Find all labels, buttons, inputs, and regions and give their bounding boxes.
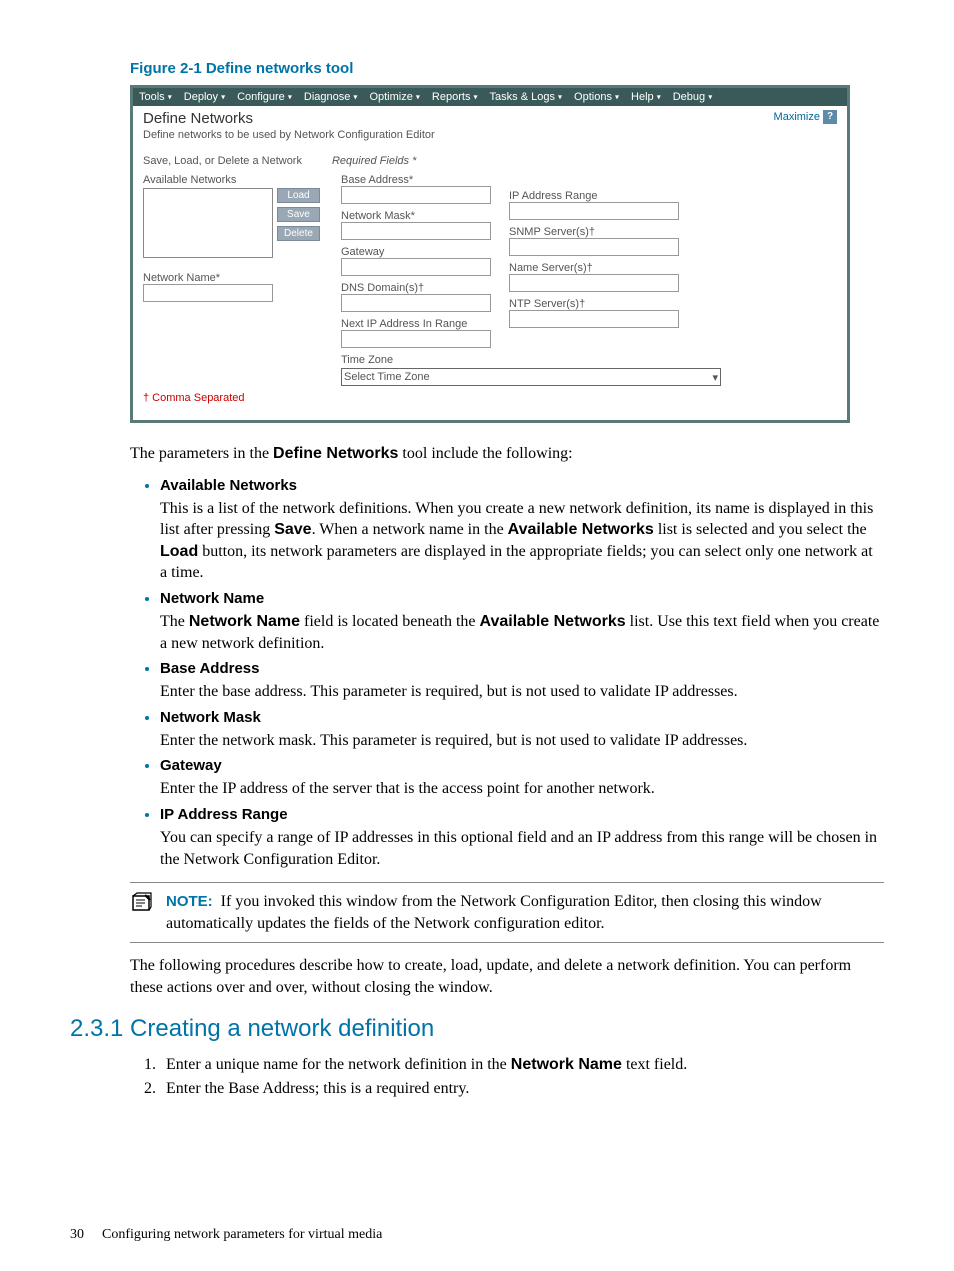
ip-range-field[interactable] xyxy=(509,202,679,220)
menu-configure[interactable]: Configure ▾ xyxy=(237,91,292,103)
param-head: Network Mask xyxy=(160,709,884,726)
dns-domain-field[interactable] xyxy=(341,294,491,312)
list-item: Network Mask Enter the network mask. This… xyxy=(160,709,884,752)
network-name-label: Network Name* xyxy=(143,272,323,284)
param-body: Enter the network mask. This parameter i… xyxy=(160,730,880,752)
define-networks-screenshot: Tools ▾ Deploy ▾ Configure ▾ Diagnose ▾ … xyxy=(130,85,850,423)
menu-deploy[interactable]: Deploy ▾ xyxy=(184,91,225,103)
note-text: If you invoked this window from the Netw… xyxy=(166,893,822,932)
list-item: Network Name The Network Name field is lo… xyxy=(160,590,884,654)
param-body: Enter the IP address of the server that … xyxy=(160,778,880,800)
network-mask-label: Network Mask* xyxy=(341,210,491,222)
list-item: IP Address Range You can specify a range … xyxy=(160,806,884,870)
param-body: The Network Name field is located beneat… xyxy=(160,611,880,654)
list-item: Gateway Enter the IP address of the serve… xyxy=(160,757,884,800)
comma-separated-footnote: † Comma Separated xyxy=(143,392,837,404)
save-load-label: Save, Load, or Delete a Network xyxy=(143,155,302,167)
param-head: Gateway xyxy=(160,757,884,774)
snmp-field[interactable] xyxy=(509,238,679,256)
time-zone-select[interactable]: Select Time Zone ▾ xyxy=(341,368,721,386)
required-fields-label: Required Fields * xyxy=(332,155,416,167)
steps-list: Enter a unique name for the network defi… xyxy=(130,1053,884,1101)
menu-reports[interactable]: Reports ▾ xyxy=(432,91,478,103)
note-box: NOTE: If you invoked this window from th… xyxy=(130,882,884,943)
note-icon xyxy=(130,891,154,934)
list-item: Available Networks This is a list of the … xyxy=(160,477,884,584)
menu-options[interactable]: Options ▾ xyxy=(574,91,619,103)
snmp-label: SNMP Server(s)† xyxy=(509,226,679,238)
network-mask-field[interactable] xyxy=(341,222,491,240)
menu-optimize[interactable]: Optimize ▾ xyxy=(369,91,419,103)
list-item: Enter the Base Address; this is a requir… xyxy=(160,1077,884,1101)
menu-tools[interactable]: Tools ▾ xyxy=(139,91,172,103)
parameter-list: Available Networks This is a list of the … xyxy=(130,477,884,871)
window-title: Define Networks xyxy=(143,110,253,127)
after-note-paragraph: The following procedures describe how to… xyxy=(130,955,884,998)
maximize-link[interactable]: Maximize ? xyxy=(774,110,837,124)
available-networks-label: Available Networks xyxy=(143,174,323,186)
list-item: Enter a unique name for the network defi… xyxy=(160,1053,884,1077)
param-head: Base Address xyxy=(160,660,884,677)
page-footer: 30 Configuring network parameters for vir… xyxy=(70,1227,382,1243)
menu-diagnose[interactable]: Diagnose ▾ xyxy=(304,91,358,103)
ntp-label: NTP Server(s)† xyxy=(509,298,679,310)
delete-button[interactable]: Delete xyxy=(277,226,320,241)
next-ip-field[interactable] xyxy=(341,330,491,348)
figure-caption: Figure 2-1 Define networks tool xyxy=(130,60,884,77)
help-icon[interactable]: ? xyxy=(823,110,837,124)
menu-tasks-logs[interactable]: Tasks & Logs ▾ xyxy=(490,91,563,103)
base-address-field[interactable] xyxy=(341,186,491,204)
param-head: IP Address Range xyxy=(160,806,884,823)
time-zone-label: Time Zone xyxy=(341,354,491,366)
menu-help[interactable]: Help ▾ xyxy=(631,91,661,103)
base-address-label: Base Address* xyxy=(341,174,491,186)
note-label: NOTE: xyxy=(166,893,213,910)
menubar: Tools ▾ Deploy ▾ Configure ▾ Diagnose ▾ … xyxy=(133,88,847,106)
param-head: Available Networks xyxy=(160,477,884,494)
available-networks-listbox[interactable] xyxy=(143,188,273,258)
network-name-field[interactable] xyxy=(143,284,273,302)
name-server-label: Name Server(s)† xyxy=(509,262,679,274)
name-server-field[interactable] xyxy=(509,274,679,292)
next-ip-label: Next IP Address In Range xyxy=(341,318,491,330)
gateway-field[interactable] xyxy=(341,258,491,276)
section-heading: 2.3.1 Creating a network definition xyxy=(70,1015,884,1043)
menu-debug[interactable]: Debug ▾ xyxy=(673,91,713,103)
intro-paragraph: The parameters in the Define Networks to… xyxy=(130,443,884,465)
param-head: Network Name xyxy=(160,590,884,607)
load-button[interactable]: Load xyxy=(277,188,320,203)
gateway-label: Gateway xyxy=(341,246,491,258)
page-number: 30 xyxy=(70,1227,84,1242)
param-body: This is a list of the network definition… xyxy=(160,498,880,584)
footer-text: Configuring network parameters for virtu… xyxy=(102,1227,382,1242)
list-item: Base Address Enter the base address. This… xyxy=(160,660,884,703)
param-body: You can specify a range of IP addresses … xyxy=(160,827,880,870)
window-subtitle: Define networks to be used by Network Co… xyxy=(133,129,847,147)
dns-domain-label: DNS Domain(s)† xyxy=(341,282,491,294)
param-body: Enter the base address. This parameter i… xyxy=(160,681,880,703)
save-button[interactable]: Save xyxy=(277,207,320,222)
ip-range-label: IP Address Range xyxy=(509,190,679,202)
ntp-field[interactable] xyxy=(509,310,679,328)
chevron-down-icon: ▾ xyxy=(712,371,718,384)
